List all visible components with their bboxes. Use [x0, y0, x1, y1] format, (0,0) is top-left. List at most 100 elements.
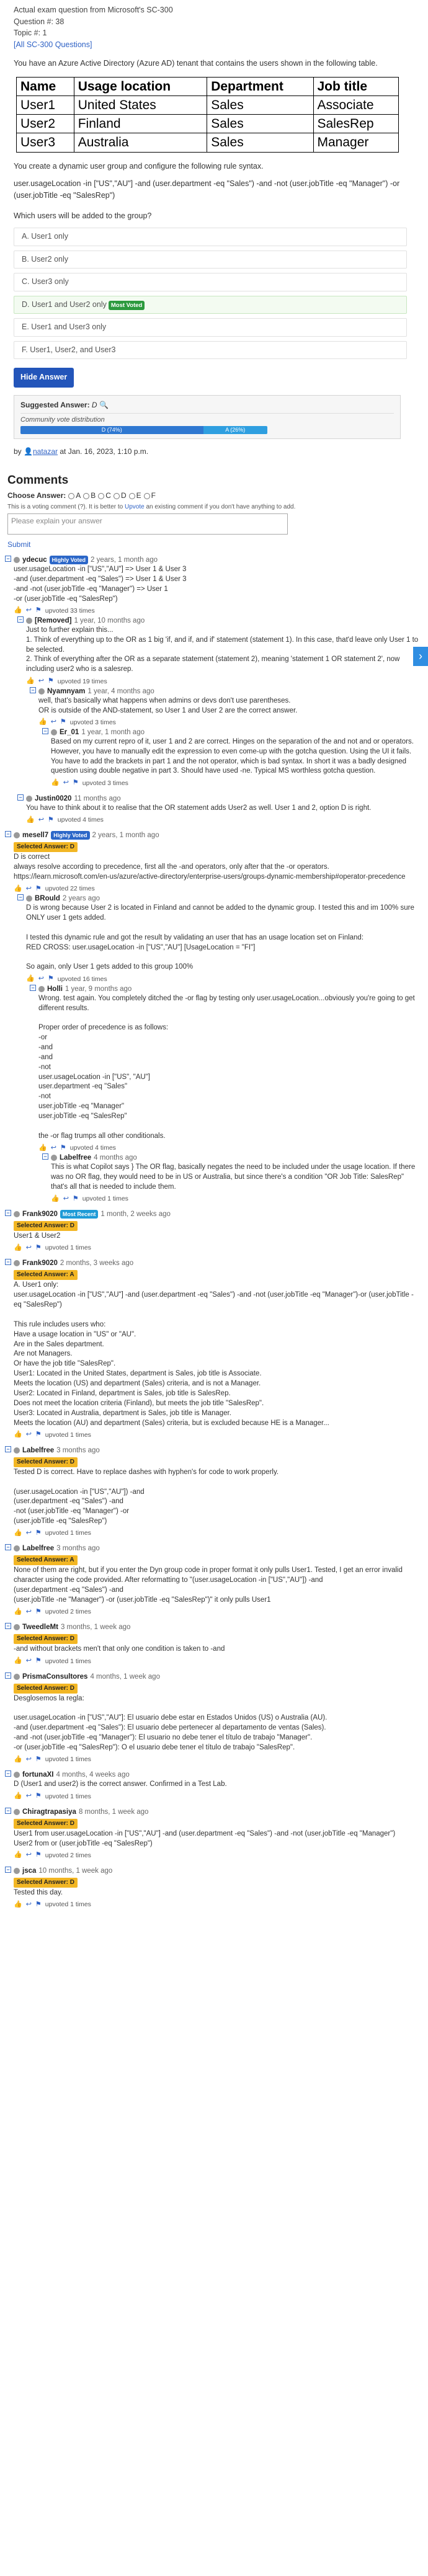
flag-icon[interactable]: ⚑ — [48, 815, 54, 825]
flag-icon[interactable]: ⚑ — [73, 778, 79, 788]
upvote-icon[interactable]: 👍 — [14, 1529, 22, 1538]
flag-icon[interactable]: ⚑ — [35, 1243, 42, 1253]
answer-choice[interactable]: C. User3 only — [14, 273, 407, 291]
username[interactable]: Nyamnyam — [47, 686, 85, 696]
answer-choice[interactable]: E. User1 and User3 only — [14, 318, 407, 337]
collapse-icon[interactable]: − — [30, 686, 36, 693]
reply-icon[interactable]: ↩ — [38, 815, 44, 825]
collapse-icon[interactable]: − — [5, 1446, 11, 1452]
flag-icon[interactable]: ⚑ — [60, 1144, 66, 1153]
answer-option-e[interactable]: E — [128, 491, 141, 501]
collapse-icon[interactable]: − — [42, 1153, 48, 1160]
answer-choice[interactable]: B. User2 only — [14, 250, 407, 269]
author-link[interactable]: natazar — [33, 447, 58, 456]
reply-icon[interactable]: ↩ — [38, 974, 44, 984]
collapse-icon[interactable]: − — [5, 1672, 11, 1679]
all-questions-link[interactable]: [All SC-300 Questions] — [14, 40, 407, 51]
upvote-icon[interactable]: 👍 — [14, 1607, 22, 1617]
reply-icon[interactable]: ↩ — [26, 884, 32, 894]
collapse-icon[interactable]: − — [42, 727, 48, 734]
collapse-icon[interactable]: − — [5, 1623, 11, 1630]
upvote-icon[interactable]: 👍 — [14, 1792, 22, 1801]
reply-icon[interactable]: ↩ — [63, 778, 69, 788]
reply-icon[interactable]: ↩ — [26, 1792, 32, 1801]
comment-textarea[interactable]: Please explain your answer — [7, 513, 288, 535]
flag-icon[interactable]: ⚑ — [35, 606, 42, 615]
upvote-icon[interactable]: 👍 — [26, 974, 35, 984]
username[interactable]: Frank9020 — [22, 1209, 58, 1219]
upvote-icon[interactable]: 👍 — [14, 1755, 22, 1764]
reply-icon[interactable]: ↩ — [26, 1430, 32, 1439]
radio-button[interactable] — [83, 492, 90, 499]
answer-choice[interactable]: F. User1, User2, and User3 — [14, 340, 407, 360]
username[interactable]: Labelfree — [22, 1543, 54, 1553]
username[interactable]: Labelfree — [60, 1153, 91, 1163]
upvote-icon[interactable]: 👍 — [14, 1656, 22, 1666]
answer-choice[interactable]: D. User1 and User2 only Most Voted — [14, 295, 407, 314]
radio-button[interactable] — [128, 492, 135, 499]
flag-icon[interactable]: ⚑ — [73, 1194, 79, 1204]
radio-button[interactable] — [68, 492, 75, 499]
upvote-icon[interactable]: 👍 — [14, 1850, 22, 1860]
username[interactable]: ydecuc — [22, 555, 47, 565]
upvote-icon[interactable]: 👍 — [14, 884, 22, 894]
upvote-icon[interactable]: 👍 — [14, 1900, 22, 1909]
flag-icon[interactable]: ⚑ — [35, 1529, 42, 1538]
answer-option-a[interactable]: A — [68, 491, 81, 501]
collapse-icon[interactable]: − — [5, 1544, 11, 1551]
upvote-icon[interactable]: 👍 — [26, 677, 35, 686]
username[interactable]: BRould — [35, 894, 60, 904]
collapse-icon[interactable]: − — [5, 1770, 11, 1777]
radio-button[interactable] — [113, 492, 120, 499]
upvote-icon[interactable]: 👍 — [14, 606, 22, 615]
upvote-icon[interactable]: 👍 — [51, 778, 60, 788]
reply-icon[interactable]: ↩ — [26, 1850, 32, 1860]
collapse-icon[interactable]: − — [5, 1259, 11, 1266]
reply-icon[interactable]: ↩ — [51, 717, 56, 727]
username[interactable]: Labelfree — [22, 1446, 54, 1455]
upvote-icon[interactable]: 👍 — [38, 717, 47, 727]
upvote-icon[interactable]: 👍 — [14, 1243, 22, 1253]
upvote-icon[interactable]: 👍 — [38, 1144, 47, 1153]
collapse-icon[interactable]: − — [5, 555, 11, 562]
collapse-icon[interactable]: − — [30, 984, 36, 991]
collapse-icon[interactable]: − — [5, 1866, 11, 1873]
flag-icon[interactable]: ⚑ — [35, 884, 42, 894]
reply-icon[interactable]: ↩ — [26, 1607, 32, 1617]
username[interactable]: TweedleMt — [22, 1622, 58, 1632]
collapse-icon[interactable]: − — [17, 894, 24, 901]
reply-icon[interactable]: ↩ — [26, 1656, 32, 1666]
flag-icon[interactable]: ⚑ — [48, 974, 54, 984]
username[interactable]: mesell7 — [22, 830, 48, 840]
collapse-icon[interactable]: − — [17, 616, 24, 623]
upvote-link[interactable]: Upvote — [125, 504, 145, 510]
hide-answer-button[interactable]: Hide Answer — [14, 368, 74, 388]
answer-option-d[interactable]: D — [113, 491, 127, 501]
reply-icon[interactable]: ↩ — [38, 677, 44, 686]
reply-icon[interactable]: ↩ — [51, 1144, 56, 1153]
reply-icon[interactable]: ↩ — [26, 1900, 32, 1909]
answer-option-c[interactable]: C — [98, 491, 111, 501]
username[interactable]: Er_01 — [60, 727, 79, 737]
flag-icon[interactable]: ⚑ — [60, 717, 66, 727]
flag-icon[interactable]: ⚑ — [35, 1755, 42, 1764]
username[interactable]: fortunaXI — [22, 1770, 53, 1780]
username[interactable]: Holli — [47, 984, 63, 994]
username[interactable]: Chiragtrapasiya — [22, 1807, 76, 1817]
flag-icon[interactable]: ⚑ — [35, 1656, 42, 1666]
username[interactable]: Justin0020 — [35, 794, 71, 804]
answer-option-b[interactable]: B — [83, 491, 96, 501]
username[interactable]: jsca — [22, 1866, 36, 1876]
flag-icon[interactable]: ⚑ — [35, 1607, 42, 1617]
collapse-icon[interactable]: − — [5, 1210, 11, 1217]
username[interactable]: [Removed] — [35, 616, 71, 626]
flag-icon[interactable]: ⚑ — [35, 1792, 42, 1801]
username[interactable]: Frank9020 — [22, 1258, 58, 1268]
reply-icon[interactable]: ↩ — [26, 606, 32, 615]
collapse-icon[interactable]: − — [5, 1807, 11, 1814]
radio-button[interactable] — [98, 492, 105, 499]
radio-button[interactable] — [143, 492, 150, 499]
reply-icon[interactable]: ↩ — [26, 1243, 32, 1253]
reply-icon[interactable]: ↩ — [26, 1529, 32, 1538]
collapse-icon[interactable]: − — [5, 831, 11, 838]
